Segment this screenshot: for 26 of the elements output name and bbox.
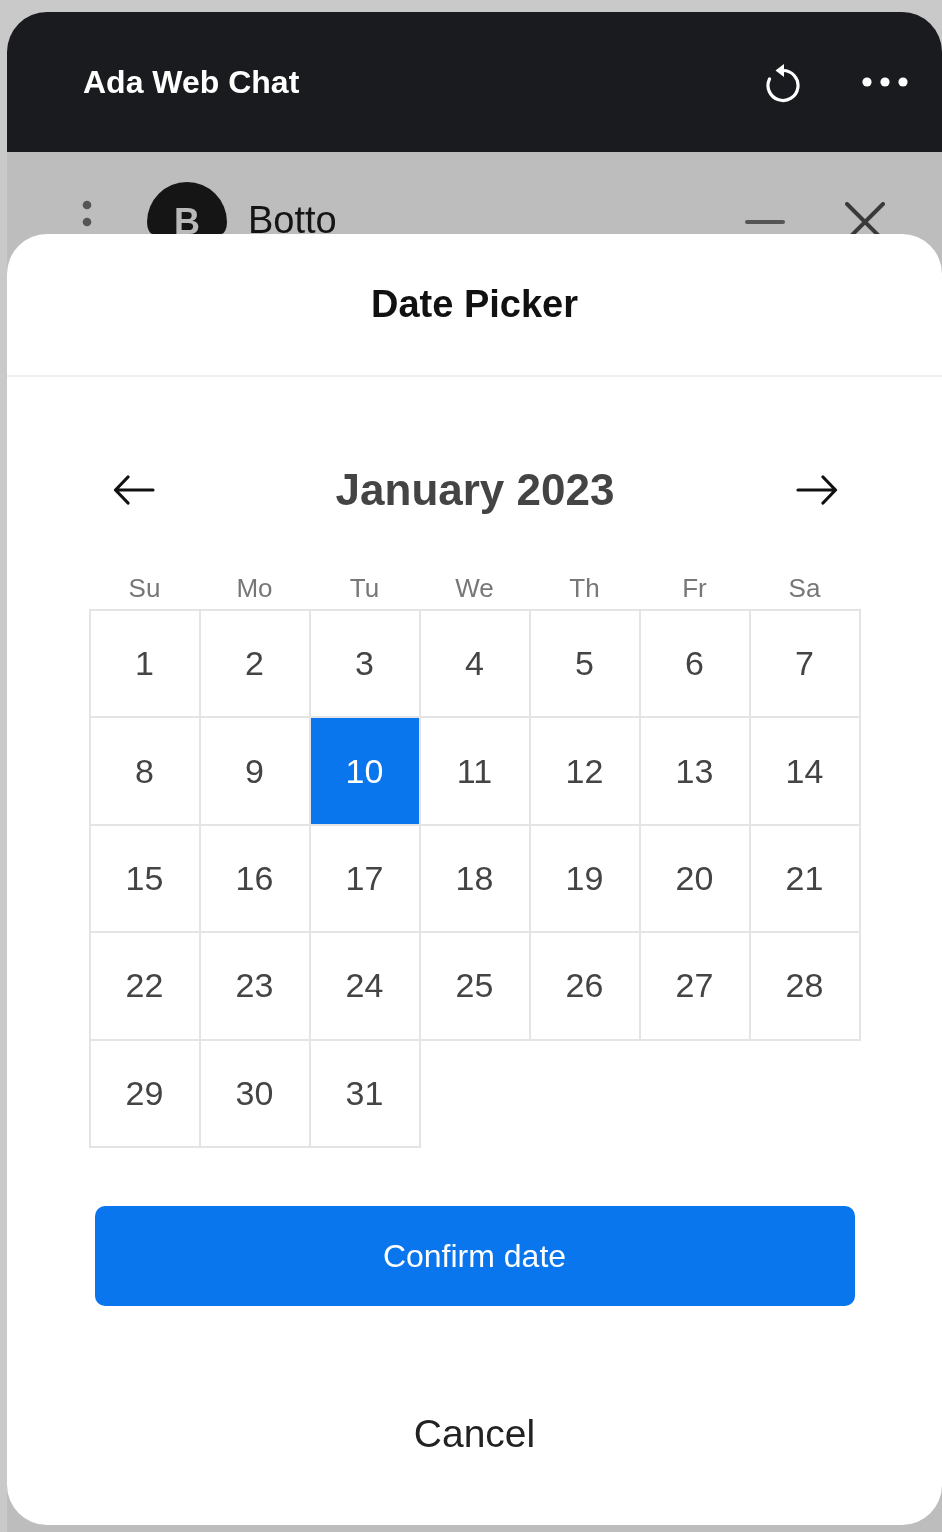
weekday-label: Tu [348,572,381,605]
close-icon[interactable] [845,202,885,234]
day-cell[interactable]: 28 [749,932,860,1040]
refresh-icon[interactable] [764,61,802,103]
cancel-button[interactable]: Cancel [374,1393,575,1474]
day-cell[interactable]: 1 [89,610,200,718]
day-cell[interactable]: 10 [309,717,420,825]
arrow-left-icon[interactable] [112,475,155,505]
weekday-label: Th [568,572,601,605]
weekday-label: Mo [235,572,274,605]
weekday-label: Sa [787,572,822,605]
day-cell[interactable]: 31 [309,1039,420,1147]
bot-name: Botto [248,201,337,234]
month-label: January 2023 [335,463,615,516]
avatar: B [147,182,227,234]
arrow-right-icon[interactable] [795,475,838,505]
weekday-label: Fr [681,572,708,605]
weekday-label: Su [127,572,162,605]
weekday-label: We [454,572,495,605]
day-cell[interactable]: 29 [89,1039,200,1147]
minimize-icon[interactable] [745,219,785,225]
day-cell[interactable]: 7 [749,610,860,718]
window-title: Ada Web Chat [83,62,300,102]
confirm-date-button[interactable]: Confirm date [94,1205,855,1306]
dialog-title: Date Picker [371,281,578,327]
more-icon[interactable] [862,77,908,87]
